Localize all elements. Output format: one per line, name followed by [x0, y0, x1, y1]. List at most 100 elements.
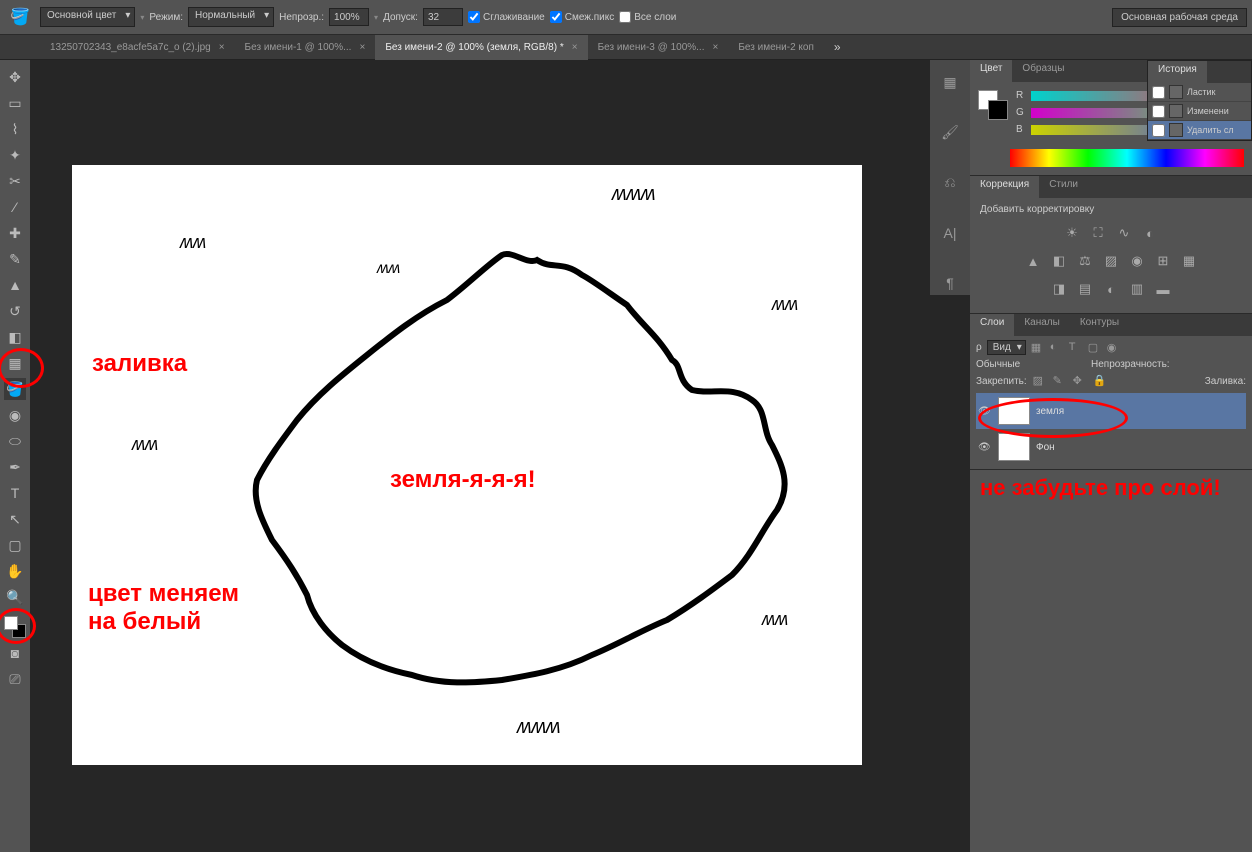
filter-type-icon[interactable]: T: [1069, 341, 1083, 355]
brush-tool-icon[interactable]: ✎: [4, 248, 26, 270]
filter-shape-icon[interactable]: ▢: [1088, 341, 1102, 355]
lasso-tool-icon[interactable]: ⌇: [4, 118, 26, 140]
quick-select-tool-icon[interactable]: ✦: [4, 144, 26, 166]
threshold-icon[interactable]: ◐: [1101, 279, 1121, 299]
mode-dropdown[interactable]: Нормальный: [188, 7, 274, 27]
hue-icon[interactable]: ◧: [1049, 251, 1069, 271]
tab-paths[interactable]: Контуры: [1070, 314, 1129, 336]
lock-position-icon[interactable]: ✥: [1073, 374, 1087, 388]
layer-item[interactable]: 👁 Фон: [976, 429, 1246, 465]
history-brush-tool-icon[interactable]: ↺: [4, 300, 26, 322]
tolerance-input[interactable]: [423, 8, 463, 26]
close-icon[interactable]: ×: [572, 42, 578, 53]
lock-all-icon[interactable]: 🔒: [1093, 374, 1107, 388]
pattern-picker[interactable]: ▾: [140, 13, 144, 22]
healing-tool-icon[interactable]: ✚: [4, 222, 26, 244]
bucket-tool-icon[interactable]: 🪣: [4, 378, 26, 400]
canvas[interactable]: ʍʍ ʍʍʍ ʍʍ ʍʍ ʍʍ ʍʍ ʍʍʍ: [72, 165, 862, 765]
tab-4[interactable]: Без имени-2 коп: [728, 35, 824, 60]
eyedropper-tool-icon[interactable]: ⁄: [4, 196, 26, 218]
filter-smart-icon[interactable]: ◉: [1107, 341, 1121, 355]
hand-tool-icon[interactable]: ✋: [4, 560, 26, 582]
brushes-icon[interactable]: 🖌: [938, 120, 963, 145]
layer-name[interactable]: Фон: [1036, 442, 1055, 453]
gradient-tool-icon[interactable]: ▦: [4, 352, 26, 374]
close-icon[interactable]: ×: [219, 42, 225, 53]
tabs-overflow[interactable]: »: [824, 40, 851, 54]
filter-pixel-icon[interactable]: ▦: [1031, 341, 1045, 355]
tab-adjustments[interactable]: Коррекция: [970, 176, 1039, 198]
layer-thumbnail[interactable]: [998, 397, 1030, 425]
character-icon[interactable]: A|: [938, 220, 963, 245]
foreground-color[interactable]: [4, 616, 18, 630]
color-spectrum[interactable]: [1010, 149, 1244, 167]
crop-tool-icon[interactable]: ✂: [4, 170, 26, 192]
lookup-icon[interactable]: ▦: [1179, 251, 1199, 271]
eraser-tool-icon[interactable]: ◧: [4, 326, 26, 348]
exposure-icon[interactable]: ◐: [1140, 223, 1160, 243]
marquee-tool-icon[interactable]: ▭: [4, 92, 26, 114]
tab-channels[interactable]: Каналы: [1014, 314, 1070, 336]
antialias-checkbox[interactable]: Сглаживание: [468, 11, 545, 23]
tab-history[interactable]: История: [1148, 61, 1207, 83]
selective-icon[interactable]: ▥: [1127, 279, 1147, 299]
history-item[interactable]: Удалить сл: [1148, 121, 1251, 140]
paragraph-icon[interactable]: ¶: [938, 270, 963, 295]
brightness-icon[interactable]: ☀: [1062, 223, 1082, 243]
dodge-tool-icon[interactable]: ⬭: [4, 430, 26, 452]
tab-0[interactable]: 13250702343_e8acfe5a7c_o (2).jpg×: [40, 35, 235, 60]
curves-icon[interactable]: ∿: [1114, 223, 1134, 243]
history-item[interactable]: Изменени: [1148, 102, 1251, 121]
color-picker[interactable]: [4, 616, 26, 638]
tab-layers[interactable]: Слои: [970, 314, 1014, 336]
quickmask-icon[interactable]: ◙: [4, 642, 26, 664]
path-select-tool-icon[interactable]: ↖: [4, 508, 26, 530]
blur-tool-icon[interactable]: ◉: [4, 404, 26, 426]
move-tool-icon[interactable]: ✥: [4, 66, 26, 88]
workspace-button[interactable]: Основная рабочая среда: [1112, 8, 1247, 27]
visibility-icon[interactable]: 👁: [978, 442, 992, 453]
channel-mixer-icon[interactable]: ⊞: [1153, 251, 1173, 271]
zoom-tool-icon[interactable]: 🔍: [4, 586, 26, 608]
tab-color[interactable]: Цвет: [970, 60, 1012, 82]
filter-kind-dropdown[interactable]: Вид: [987, 340, 1026, 355]
document-tabs: 13250702343_e8acfe5a7c_o (2).jpg× Без им…: [0, 35, 1252, 60]
fg-dropdown[interactable]: Основной цвет: [40, 7, 135, 27]
blend-mode-dropdown[interactable]: Обычные: [976, 359, 1086, 370]
swatches-icon[interactable]: ▦: [938, 70, 963, 95]
photo-filter-icon[interactable]: ◉: [1127, 251, 1147, 271]
levels-icon[interactable]: ⛶: [1088, 223, 1108, 243]
opacity-input[interactable]: [329, 8, 369, 26]
tab-2[interactable]: Без имени-2 @ 100% (земля, RGB/8) *×: [375, 35, 587, 60]
filter-adjust-icon[interactable]: ◐: [1050, 341, 1064, 355]
invert-icon[interactable]: ◨: [1049, 279, 1069, 299]
tab-styles[interactable]: Стили: [1039, 176, 1088, 198]
bw-icon[interactable]: ▨: [1101, 251, 1121, 271]
layer-item[interactable]: 👁 земля: [976, 393, 1246, 429]
collapsed-dock: ▦ 🖌 ⎌ A| ¶: [930, 60, 970, 295]
clone-source-icon[interactable]: ⎌: [938, 170, 963, 195]
layer-name[interactable]: земля: [1036, 406, 1064, 417]
stamp-tool-icon[interactable]: ▲: [4, 274, 26, 296]
close-icon[interactable]: ×: [713, 42, 719, 53]
posterize-icon[interactable]: ▤: [1075, 279, 1095, 299]
visibility-icon[interactable]: 👁: [978, 406, 992, 417]
pen-tool-icon[interactable]: ✒: [4, 456, 26, 478]
layer-thumbnail[interactable]: [998, 433, 1030, 461]
color-balance-icon[interactable]: ⚖: [1075, 251, 1095, 271]
tab-swatches[interactable]: Образцы: [1012, 60, 1074, 82]
vibrance-icon[interactable]: ▲: [1023, 251, 1043, 271]
color-swatches[interactable]: [978, 90, 1008, 120]
close-icon[interactable]: ×: [359, 42, 365, 53]
all-layers-checkbox[interactable]: Все слои: [619, 11, 676, 23]
lock-pixels-icon[interactable]: ▨: [1033, 374, 1047, 388]
screenmode-icon[interactable]: ⎚: [4, 668, 26, 690]
lock-paint-icon[interactable]: ✎: [1053, 374, 1067, 388]
contiguous-checkbox[interactable]: Смеж.пикс: [550, 11, 615, 23]
history-item[interactable]: Ластик: [1148, 83, 1251, 102]
tab-1[interactable]: Без имени-1 @ 100%...×: [235, 35, 376, 60]
type-tool-icon[interactable]: T: [4, 482, 26, 504]
gradient-map-icon[interactable]: ▬: [1153, 279, 1173, 299]
shape-tool-icon[interactable]: ▢: [4, 534, 26, 556]
tab-3[interactable]: Без имени-3 @ 100%...×: [588, 35, 729, 60]
